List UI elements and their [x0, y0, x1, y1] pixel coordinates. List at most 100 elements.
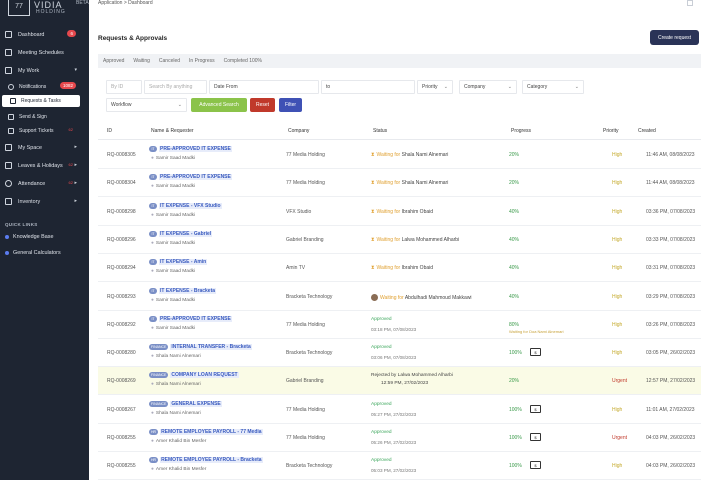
request-id[interactable]: RQ-0008255	[107, 463, 136, 469]
table-row[interactable]: RQ-0008305 IT PRE-APPROVED IT EXPENSE ● Sami…	[98, 141, 701, 169]
avatar	[371, 293, 378, 301]
request-title-line[interactable]: IT IT EXPENSE - Amin	[149, 259, 208, 266]
request-title[interactable]: PRE-APPROVED IT EXPENSE	[159, 315, 232, 322]
request-title[interactable]: IT EXPENSE - Bracketa	[159, 287, 217, 294]
quick-link-general-calculators[interactable]: General Calculators	[5, 250, 61, 256]
table-row[interactable]: RQ-0008304 IT PRE-APPROVED IT EXPENSE ● Sami…	[98, 169, 701, 198]
expand-icon[interactable]	[687, 0, 693, 6]
request-id[interactable]: RQ-0008255	[107, 435, 136, 441]
request-id[interactable]: RQ-0008294	[107, 265, 136, 271]
table-row[interactable]: RQ-0008296 IT IT EXPENSE - Gabriel ● Samir S…	[98, 226, 701, 254]
search-input[interactable]: Search By anything	[144, 80, 207, 94]
sidebar-item-my-space[interactable]: My Space ▸	[0, 140, 89, 155]
workflow-select[interactable]: Workflow ⌄	[106, 98, 187, 112]
company-select[interactable]: Company ⌄	[459, 80, 517, 94]
request-title-line[interactable]: IT PRE-APPROVED IT EXPENSE	[149, 315, 232, 322]
request-id[interactable]: RQ-0008293	[107, 294, 136, 300]
request-title-line[interactable]: FINANCE INTERNAL TRANSFER - Bracketa	[149, 344, 252, 351]
request-title-line[interactable]: HR REMOTE EMPLOYEE PAYROLL - 77 Media	[149, 429, 263, 435]
table-row[interactable]: RQ-0008255 HR REMOTE EMPLOYEE PAYROLL - 77…	[98, 424, 701, 452]
priority-select[interactable]: Priority ⌄	[417, 80, 453, 94]
request-id[interactable]: RQ-0008305	[107, 152, 136, 158]
request-title[interactable]: REMOTE EMPLOYEE PAYROLL - 77 Media	[160, 429, 263, 435]
quick-link-label: General Calculators	[13, 250, 61, 256]
category-tag: FINANCE	[149, 344, 169, 351]
request-id[interactable]: RQ-0008267	[107, 407, 136, 413]
quick-link-knowledge-base[interactable]: Knowledge Base	[5, 234, 53, 240]
request-id[interactable]: RQ-0008296	[107, 237, 136, 243]
header-id: ID	[107, 128, 112, 134]
date-to-input[interactable]: to	[321, 80, 415, 94]
table-row[interactable]: RQ-0008255 HR REMOTE EMPLOYEE PAYROLL - Br…	[98, 452, 701, 480]
tab-waiting[interactable]: Waiting	[133, 58, 150, 64]
table-row[interactable]: RQ-0008294 IT IT EXPENSE - Amin ● Samir Saad…	[98, 254, 701, 283]
sidebar-item-meeting-schedules[interactable]: Meeting Schedules	[0, 45, 89, 60]
sidebar-item-my-work[interactable]: My Work ▾	[0, 63, 89, 78]
tab-in-progress[interactable]: In Progress	[189, 58, 215, 64]
request-title-line[interactable]: FINANCE GENERAL EXPENSE	[149, 400, 222, 407]
request-title-line[interactable]: FINANCE COMPANY LOAN REQUEST	[149, 372, 239, 379]
chevron-down-icon: ⌄	[507, 84, 512, 90]
table-row[interactable]: RQ-0008269 FINANCE COMPANY LOAN REQUEST ● Sh…	[98, 367, 701, 396]
sidebar-item-dashboard[interactable]: Dashboard 6	[0, 27, 89, 42]
advanced-search-button[interactable]: Advanced Search	[191, 98, 247, 112]
request-id[interactable]: RQ-0008304	[107, 180, 136, 186]
sidebar-item-support-tickets[interactable]: Support Tickets 62	[0, 123, 89, 138]
sidebar-item-send-sign[interactable]: Send & Sign	[0, 109, 89, 124]
id-filter-input[interactable]: By ID	[106, 80, 142, 94]
table-row[interactable]: RQ-0008293 IT IT EXPENSE - Bracketa ● Samir …	[98, 283, 701, 311]
request-title[interactable]: IT EXPENSE - Gabriel	[159, 230, 213, 237]
request-id[interactable]: RQ-0008280	[107, 350, 136, 356]
status-label: Waiting for	[376, 265, 401, 272]
request-title[interactable]: COMPANY LOAN REQUEST	[170, 372, 239, 379]
create-request-button[interactable]: Create request	[650, 30, 699, 45]
filter-button[interactable]: Filter	[279, 98, 302, 112]
request-title-line[interactable]: IT IT EXPENSE - VFX Studio	[149, 202, 222, 209]
requester-name: Amer Khalid Bin Mesfer	[155, 439, 207, 444]
request-id[interactable]: RQ-0008292	[107, 322, 136, 328]
sidebar-item-leaves-holidays[interactable]: Leaves & Holidays 62 ▸	[0, 158, 89, 173]
created-date: 11:44 AM, 08/08/2023	[646, 180, 695, 187]
hourglass-icon: ⧗	[371, 152, 375, 158]
request-id[interactable]: RQ-0008298	[107, 209, 136, 215]
sidebar-item-inventory[interactable]: Inventory ▸	[0, 194, 89, 209]
company-logo[interactable]: 77 VIDIA HOLDING BETA	[6, 0, 89, 18]
table-row[interactable]: RQ-0008280 FINANCE INTERNAL TRANSFER - Bra…	[98, 339, 701, 368]
sidebar-item-requests-tasks[interactable]: Requests & Tasks	[2, 95, 80, 107]
table-row[interactable]: RQ-0008267 FINANCE GENERAL EXPENSE ● Shala N…	[98, 396, 701, 424]
sidebar-item-label: My Work	[18, 67, 40, 74]
request-title[interactable]: GENERAL EXPENSE	[170, 400, 222, 407]
request-title-line[interactable]: IT IT EXPENSE - Gabriel	[149, 230, 213, 237]
table-row[interactable]: RQ-0008292 IT PRE-APPROVED IT EXPENSE ● Sami…	[98, 311, 701, 339]
request-title-line[interactable]: IT IT EXPENSE - Bracketa	[149, 287, 217, 294]
request-title-line[interactable]: IT PRE-APPROVED IT EXPENSE	[149, 146, 232, 152]
category-select[interactable]: Category ⌄	[522, 80, 584, 94]
request-id[interactable]: RQ-0008269	[107, 378, 136, 384]
request-title[interactable]: IT EXPENSE - Amin	[159, 259, 208, 266]
sidebar-item-label: Support Tickets	[19, 127, 54, 134]
table-header: ID Name & Requester Company Status Progr…	[98, 124, 701, 140]
beta-label: BETA	[76, 0, 89, 6]
request-title[interactable]: PRE-APPROVED IT EXPENSE	[159, 174, 232, 181]
request-title-line[interactable]: HR REMOTE EMPLOYEE PAYROLL - Bracketa	[149, 457, 263, 464]
request-title[interactable]: INTERNAL TRANSFER - Bracketa	[170, 344, 252, 351]
sidebar-item-attendance[interactable]: Attendance 62 ▸	[0, 176, 89, 191]
request-title[interactable]: PRE-APPROVED IT EXPENSE	[159, 146, 232, 152]
sidebar-item-notifications[interactable]: Notifications 1082	[0, 79, 89, 94]
tab-canceled[interactable]: Canceled	[159, 58, 180, 64]
category-tag: IT	[149, 230, 157, 237]
request-title-line[interactable]: IT PRE-APPROVED IT EXPENSE	[149, 174, 232, 181]
request-title[interactable]: REMOTE EMPLOYEE PAYROLL - Bracketa	[160, 457, 263, 464]
sidebar-item-label: Leaves & Holidays	[18, 162, 63, 169]
request-title[interactable]: IT EXPENSE - VFX Studio	[159, 202, 222, 209]
table-row[interactable]: RQ-0008298 IT IT EXPENSE - VFX Studio ● Sami…	[98, 198, 701, 226]
requester-name: Samir Saad Madki	[155, 212, 196, 218]
tab-approved[interactable]: Approved	[103, 58, 124, 64]
person-icon: ●	[151, 269, 154, 275]
priority-value: High	[612, 236, 623, 243]
reset-button[interactable]: Reset	[250, 98, 275, 112]
attendance-count: 62	[68, 180, 73, 185]
page-title: Requests & Approvals	[98, 35, 168, 42]
date-from-input[interactable]: Date From	[209, 80, 319, 94]
tab-completed[interactable]: Completed 100%	[224, 58, 262, 64]
